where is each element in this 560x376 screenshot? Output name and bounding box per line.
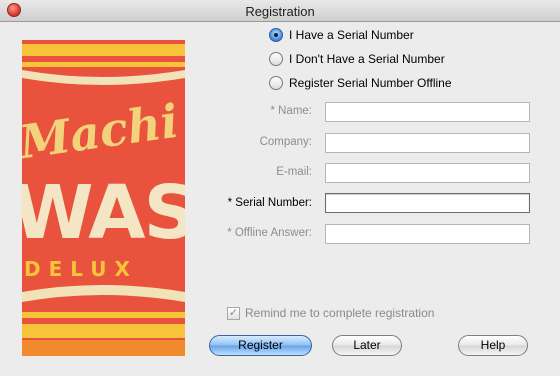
company-field[interactable] xyxy=(325,133,530,153)
name-label: * Name: xyxy=(270,105,312,117)
window-title: Registration xyxy=(245,4,315,19)
option-register-offline[interactable]: Register Serial Number Offline xyxy=(269,75,452,91)
option-register-offline-label: Register Serial Number Offline xyxy=(289,76,452,90)
product-artwork: Machi WAS DELUX xyxy=(22,40,185,356)
later-button[interactable]: Later xyxy=(332,335,402,356)
option-have-serial[interactable]: I Have a Serial Number xyxy=(269,27,414,43)
option-no-serial-label: I Don't Have a Serial Number xyxy=(289,52,445,66)
help-button[interactable]: Help xyxy=(458,335,528,356)
remind-checkbox-row[interactable]: ✓ Remind me to complete registration xyxy=(227,306,434,320)
remind-checkbox[interactable]: ✓ xyxy=(227,306,240,320)
radio-register-offline[interactable] xyxy=(269,76,283,90)
registration-window: Registration Machi WAS DELUX I Have a Se… xyxy=(0,0,560,376)
art-word-3: DELUX xyxy=(24,257,138,281)
name-field[interactable] xyxy=(325,102,530,122)
offline-answer-field[interactable] xyxy=(325,224,530,244)
offline-answer-label: * Offline Answer: xyxy=(227,227,312,239)
company-label: Company: xyxy=(259,136,312,148)
email-field[interactable] xyxy=(325,163,530,183)
title-bar[interactable]: Registration xyxy=(0,0,560,22)
radio-no-serial[interactable] xyxy=(269,52,283,66)
serial-number-label: * Serial Number: xyxy=(227,197,312,209)
email-label: E-mail: xyxy=(276,166,312,178)
option-no-serial[interactable]: I Don't Have a Serial Number xyxy=(269,51,445,67)
option-have-serial-label: I Have a Serial Number xyxy=(289,28,414,42)
art-word-2: WAS xyxy=(22,170,185,256)
artwork-graphic: Machi WAS DELUX xyxy=(22,40,185,356)
serial-number-field[interactable] xyxy=(325,193,530,213)
remind-label: Remind me to complete registration xyxy=(245,306,435,320)
register-button[interactable]: Register xyxy=(209,335,312,356)
radio-have-serial[interactable] xyxy=(269,28,283,42)
